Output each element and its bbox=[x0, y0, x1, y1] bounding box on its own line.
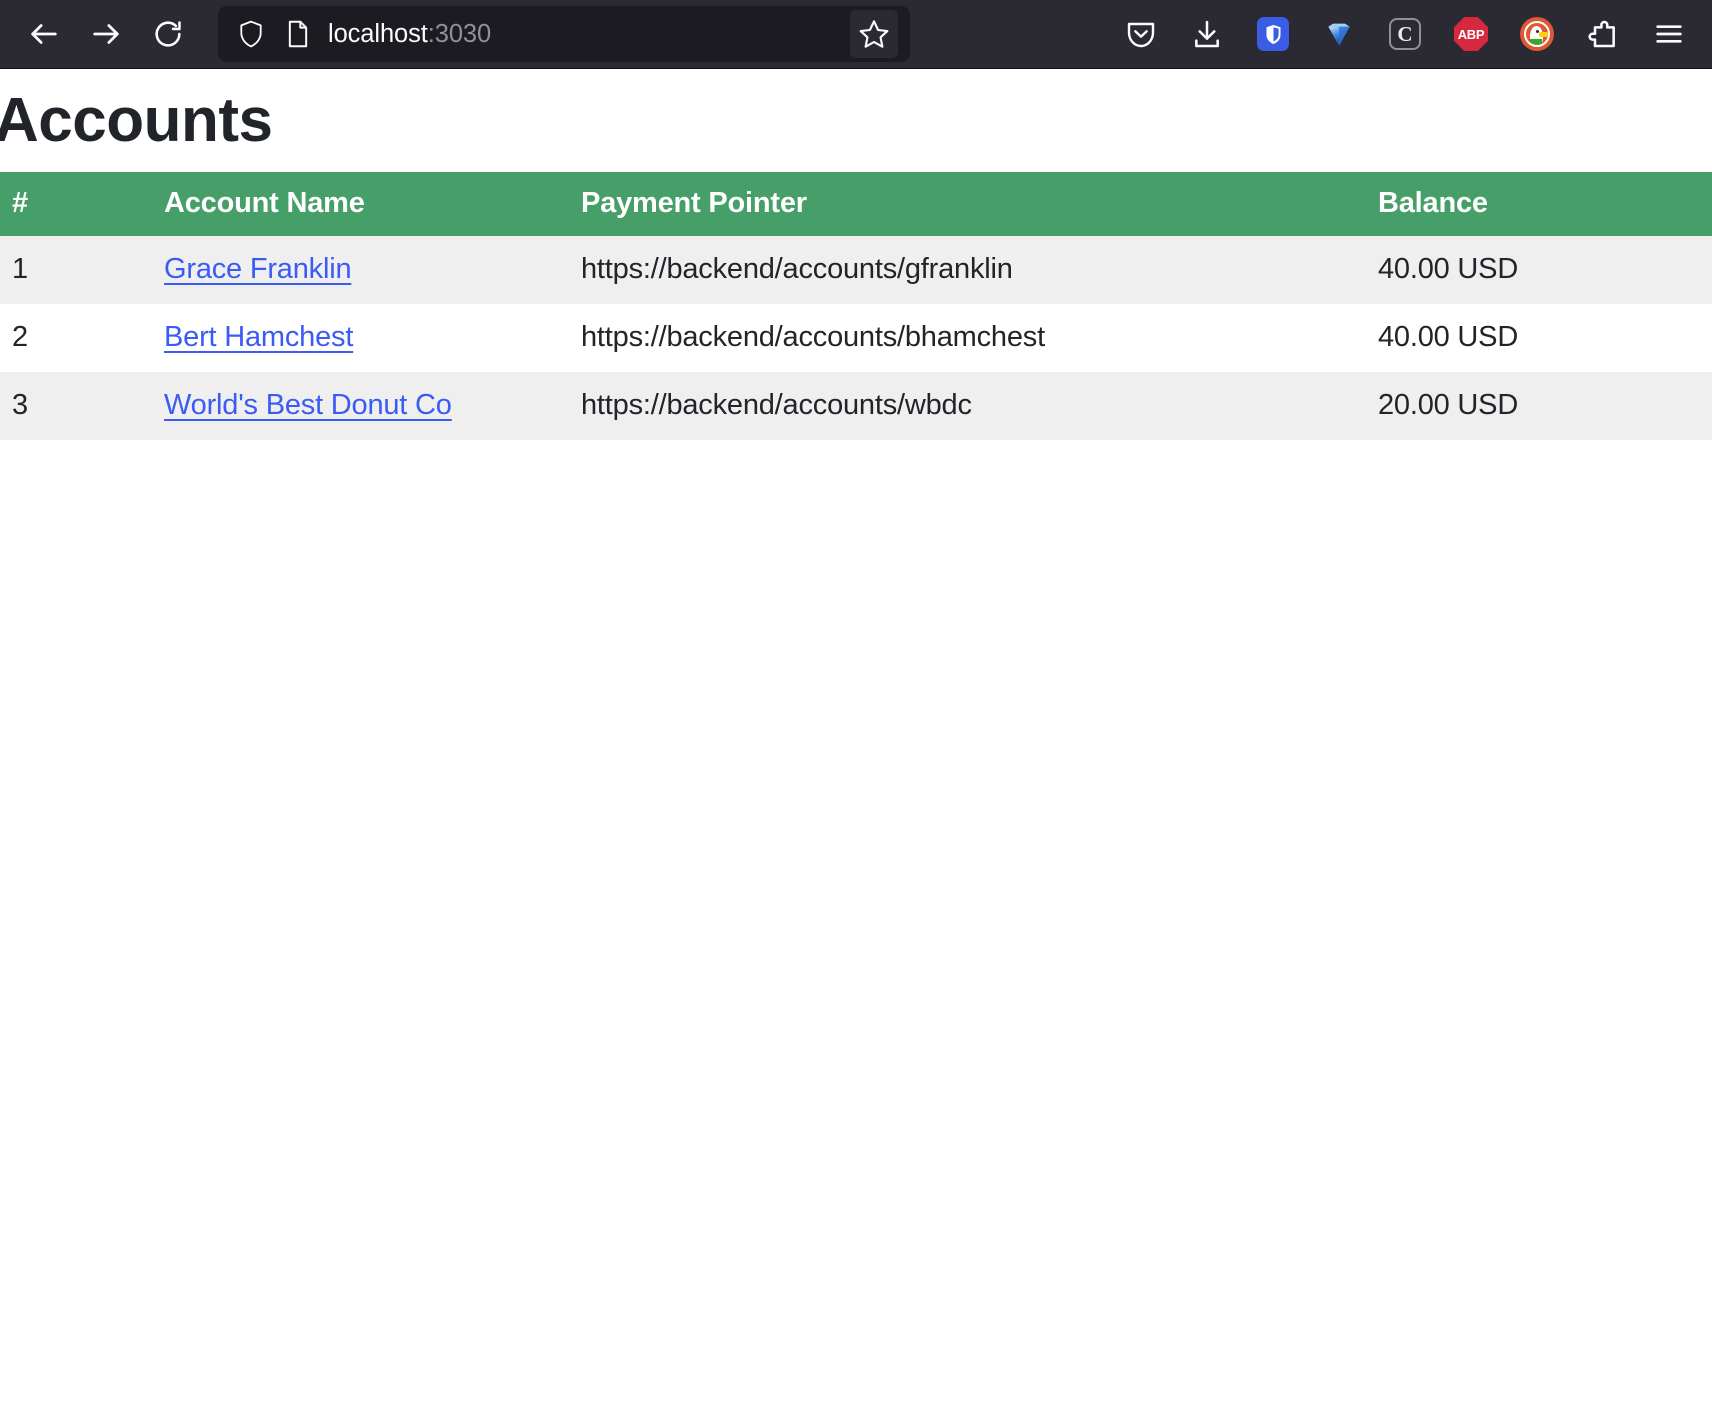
bitwarden-button[interactable] bbox=[1250, 11, 1296, 57]
account-name-link[interactable]: Bert Hamchest bbox=[164, 321, 353, 353]
extensions-puzzle-icon bbox=[1588, 20, 1615, 48]
balance-cell: 40.00 USD bbox=[1330, 304, 1712, 372]
table-header-row: # Account Name Payment Pointer Balance bbox=[0, 172, 1712, 236]
page-title: Accounts bbox=[0, 86, 273, 155]
adblock-plus-button[interactable]: ABP bbox=[1448, 11, 1494, 57]
gem-button[interactable] bbox=[1316, 11, 1362, 57]
row-number: 1 bbox=[0, 236, 82, 304]
address-bar[interactable]: localhost:3030 bbox=[218, 6, 910, 62]
reload-icon bbox=[155, 21, 181, 47]
duckduckgo-button[interactable] bbox=[1514, 11, 1560, 57]
pocket-icon bbox=[1127, 22, 1155, 48]
url-port: :3030 bbox=[427, 19, 492, 48]
table-header: # Account Name Payment Pointer Balance bbox=[0, 172, 1712, 236]
adblock-plus-icon: ABP bbox=[1454, 17, 1488, 51]
gem-icon bbox=[1328, 23, 1350, 46]
downloads-button[interactable] bbox=[1184, 11, 1230, 57]
account-name-cell: Bert Hamchest bbox=[82, 304, 565, 372]
url-host: localhost bbox=[328, 19, 428, 48]
arrow-left-icon bbox=[31, 24, 57, 44]
table-row[interactable]: 2 Bert Hamchest https://backend/accounts… bbox=[0, 304, 1712, 372]
column-header-number: # bbox=[0, 172, 82, 236]
column-header-balance: Balance bbox=[1330, 172, 1712, 236]
app-menu-icon bbox=[1656, 25, 1682, 43]
arrow-right-icon bbox=[93, 24, 119, 44]
account-name-link[interactable]: World's Best Donut Co bbox=[164, 389, 452, 421]
pocket-button[interactable] bbox=[1118, 11, 1164, 57]
page-document-icon[interactable] bbox=[281, 17, 315, 51]
downloads-icon bbox=[1195, 20, 1219, 48]
column-header-payment-pointer: Payment Pointer bbox=[565, 172, 1330, 236]
bitwarden-icon bbox=[1257, 17, 1289, 51]
browser-toolbar: localhost:3030 C ABP bbox=[0, 0, 1712, 69]
column-header-account-name: Account Name bbox=[82, 172, 565, 236]
table-row[interactable]: 3 World's Best Donut Co https://backend/… bbox=[0, 372, 1712, 440]
bookmark-button[interactable] bbox=[850, 10, 898, 58]
row-number: 2 bbox=[0, 304, 82, 372]
navigation-button-group bbox=[22, 12, 190, 56]
account-name-link[interactable]: Grace Franklin bbox=[164, 253, 352, 285]
cookie-autodelete-button[interactable]: C bbox=[1382, 11, 1428, 57]
table-body: 1 Grace Franklin https://backend/account… bbox=[0, 236, 1712, 440]
back-button[interactable] bbox=[22, 12, 66, 56]
extensions-toolbar: C ABP bbox=[1118, 11, 1694, 57]
balance-cell: 20.00 USD bbox=[1330, 372, 1712, 440]
account-name-cell: Grace Franklin bbox=[82, 236, 565, 304]
shield-icon[interactable] bbox=[234, 17, 268, 51]
app-menu-button[interactable] bbox=[1646, 11, 1692, 57]
forward-button[interactable] bbox=[84, 12, 128, 56]
payment-pointer-cell: https://backend/accounts/gfranklin bbox=[565, 236, 1330, 304]
account-name-cell: World's Best Donut Co bbox=[82, 372, 565, 440]
reload-button[interactable] bbox=[146, 12, 190, 56]
star-outline-icon bbox=[859, 20, 889, 48]
balance-cell: 40.00 USD bbox=[1330, 236, 1712, 304]
duckduckgo-icon bbox=[1520, 17, 1554, 51]
payment-pointer-cell: https://backend/accounts/wbdc bbox=[565, 372, 1330, 440]
extensions-button[interactable] bbox=[1580, 11, 1626, 57]
table-row[interactable]: 1 Grace Franklin https://backend/account… bbox=[0, 236, 1712, 304]
page-content: Accounts # Account Name Payment Pointer … bbox=[0, 69, 1712, 1428]
accounts-table: # Account Name Payment Pointer Balance 1… bbox=[0, 172, 1712, 440]
row-number: 3 bbox=[0, 372, 82, 440]
payment-pointer-cell: https://backend/accounts/bhamchest bbox=[565, 304, 1330, 372]
cookie-autodelete-icon: C bbox=[1389, 18, 1421, 50]
url-text[interactable]: localhost:3030 bbox=[328, 20, 837, 49]
